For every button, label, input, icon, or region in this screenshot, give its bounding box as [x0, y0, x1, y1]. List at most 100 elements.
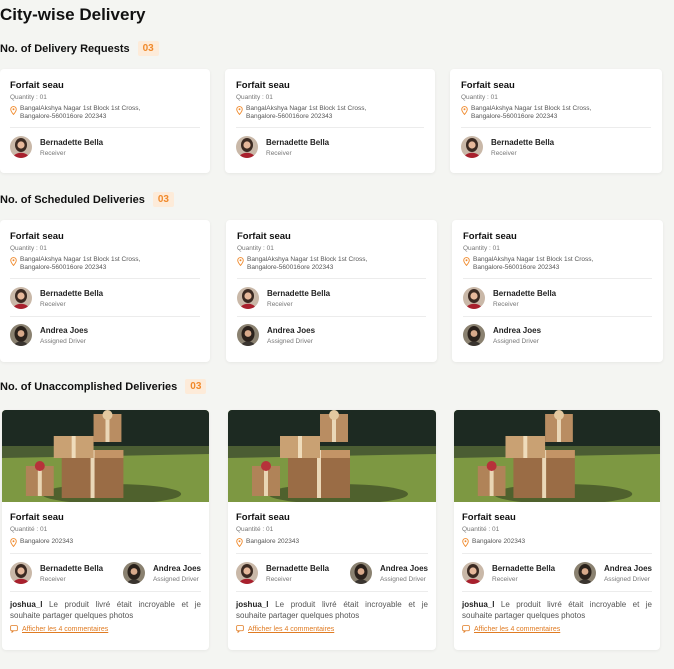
receiver-name: Bernadette Bella — [493, 288, 557, 298]
item-title: Forfait seau — [237, 231, 291, 242]
receiver-avatar — [10, 136, 32, 158]
unaccomplished-delivery-card[interactable]: Forfait seau Quantité : 01 Bangalore 202… — [454, 410, 660, 650]
receiver-role: Receiver — [266, 149, 292, 157]
location-pin-icon — [10, 257, 17, 266]
delivery-address: BangalAkshya Nagar 1st Block 1st Cross, B… — [10, 256, 200, 272]
driver-info: Andrea Joes Assigned Driver — [10, 324, 200, 346]
driver-info: Andrea Joes Assigned Driver — [463, 324, 652, 346]
address-line: Bangalore-560016ore 202343 — [20, 264, 107, 271]
driver-avatar — [237, 324, 259, 346]
comment: joshua_l Le produit livré était incroyab… — [462, 599, 652, 621]
receiver-role: Receiver — [40, 149, 66, 157]
receiver-avatar — [10, 287, 32, 309]
address-line: Bangalore 202343 — [472, 538, 526, 545]
comment: joshua_l Le produit livré était incroyab… — [10, 599, 201, 621]
section-title: No. of Unaccomplished Deliveries — [0, 380, 178, 393]
item-quantity: Quantity : 01 — [237, 245, 274, 252]
driver-role: Assigned Driver — [493, 337, 539, 345]
delivery-address: BangalAkshya Nagar 1st Block 1st Cross, B… — [236, 105, 424, 121]
divider — [236, 591, 428, 592]
view-comments-label: Afficher les 4 commentaires — [248, 625, 335, 633]
location-pin-icon — [236, 538, 243, 547]
comment: joshua_l Le produit livré était incroyab… — [236, 599, 428, 621]
address-line: Bangalore-560016ore 202343 — [247, 264, 334, 271]
driver-role: Assigned Driver — [379, 575, 426, 583]
address-line: Bangalore-560016ore 202343 — [246, 113, 333, 120]
receiver-avatar — [10, 562, 32, 584]
driver-avatar — [349, 562, 372, 584]
receiver-avatar — [236, 136, 258, 158]
address-line: BangalAkshya Nagar 1st Block 1st Cross, — [247, 256, 368, 263]
receiver-name: Bernadette Bella — [40, 137, 104, 147]
address-line: Bangalore-560016ore 202343 — [471, 113, 558, 120]
divider — [237, 316, 426, 317]
address-line: Bangalore 202343 — [246, 538, 300, 545]
item-quantity: Quantity : 01 — [463, 245, 500, 252]
delivery-request-card[interactable]: Forfait seau Quantity : 01 BangalAkshya … — [225, 69, 435, 173]
unaccomplished-delivery-card[interactable]: Forfait seau Quantité : 01 Bangalore 202… — [228, 410, 436, 650]
view-comments-link[interactable]: Afficher les 4 commentaires — [10, 625, 201, 633]
receiver-name: Bernadette Bella — [491, 137, 555, 147]
item-title: Forfait seau — [236, 80, 290, 91]
address-line: Bangalore-560016ore 202343 — [473, 264, 560, 271]
receiver-info: Bernadette Bella Receiver — [236, 562, 329, 584]
gift-boxes-photo — [454, 410, 660, 502]
receiver-info: Bernadette Bella Receiver — [462, 562, 555, 584]
page-title: City-wise Delivery — [0, 5, 146, 24]
location-pin-icon — [10, 106, 17, 115]
count-badge: 03 — [152, 192, 174, 207]
driver-name: Andrea Joes — [603, 563, 652, 573]
receiver-name: Bernadette Bella — [40, 563, 104, 573]
driver-info: Andrea Joes Assigned Driver — [122, 562, 201, 584]
item-title: Forfait seau — [461, 80, 515, 91]
delivery-address: Bangalore 202343 — [236, 537, 428, 547]
item-quantity: Quantité : 01 — [462, 526, 500, 533]
receiver-role: Receiver — [492, 575, 518, 583]
comment-icon — [10, 625, 18, 633]
driver-name: Andrea Joes — [40, 325, 89, 335]
driver-role: Assigned Driver — [152, 575, 199, 583]
scheduled-delivery-card[interactable]: Forfait seau Quantity : 01 BangalAkshya … — [452, 220, 663, 362]
receiver-avatar — [236, 562, 258, 584]
item-title: Forfait seau — [10, 231, 64, 242]
unaccomplished-delivery-card[interactable]: Forfait seau Quantité : 01 Bangalore 202… — [2, 410, 209, 650]
count-badge: 03 — [137, 41, 159, 56]
receiver-info: Bernadette Bella Receiver — [237, 287, 426, 309]
driver-role: Assigned Driver — [603, 575, 650, 583]
location-pin-icon — [10, 538, 17, 547]
view-comments-link[interactable]: Afficher les 4 commentaires — [462, 625, 652, 633]
address-line: BangalAkshya Nagar 1st Block 1st Cross, — [20, 105, 141, 112]
divider — [236, 553, 428, 554]
location-pin-icon — [461, 106, 468, 115]
unaccomplished-deliveries-header: No. of Unaccomplished Deliveries 03 — [0, 379, 207, 394]
receiver-avatar — [237, 287, 259, 309]
receiver-info: Bernadette Bella Receiver — [10, 136, 200, 158]
receiver-info: Bernadette Bella Receiver — [10, 562, 103, 584]
scheduled-delivery-card[interactable]: Forfait seau Quantity : 01 BangalAkshya … — [226, 220, 437, 362]
driver-role: Assigned Driver — [40, 337, 86, 345]
divider — [461, 127, 651, 128]
receiver-role: Receiver — [491, 149, 517, 157]
driver-name: Andrea Joes — [493, 325, 542, 335]
delivery-address: BangalAkshya Nagar 1st Block 1st Cross, B… — [461, 105, 651, 121]
item-quantity: Quantity : 01 — [10, 94, 47, 101]
receiver-info: Bernadette Bella Receiver — [10, 287, 200, 309]
location-pin-icon — [463, 257, 470, 266]
item-title: Forfait seau — [462, 512, 516, 523]
comment-user: joshua_l — [462, 600, 495, 609]
receiver-name: Bernadette Bella — [266, 563, 330, 573]
delivery-request-card[interactable]: Forfait seau Quantity : 01 BangalAkshya … — [0, 69, 210, 173]
delivery-requests-header: No. of Delivery Requests 03 — [0, 41, 159, 56]
view-comments-link[interactable]: Afficher les 4 commentaires — [236, 625, 428, 633]
divider — [10, 591, 201, 592]
receiver-name: Bernadette Bella — [267, 288, 331, 298]
receiver-role: Receiver — [40, 575, 66, 583]
receiver-info: Bernadette Bella Receiver — [236, 136, 424, 158]
item-title: Forfait seau — [463, 231, 517, 242]
delivery-request-card[interactable]: Forfait seau Quantity : 01 BangalAkshya … — [450, 69, 662, 173]
item-quantity: Quantity : 01 — [461, 94, 498, 101]
driver-avatar — [10, 324, 32, 346]
scheduled-delivery-card[interactable]: Forfait seau Quantity : 01 BangalAkshya … — [0, 220, 210, 362]
gift-boxes-photo — [2, 410, 209, 502]
driver-role: Assigned Driver — [267, 337, 313, 345]
